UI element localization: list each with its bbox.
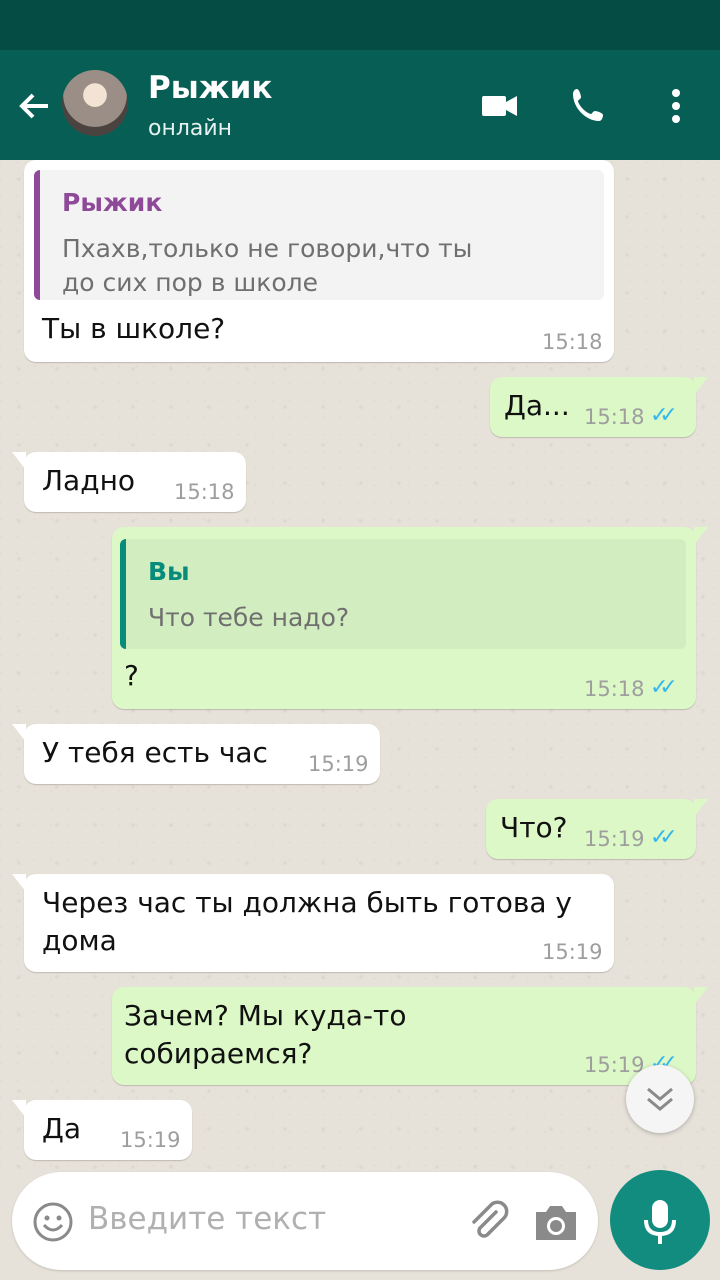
message-time: 15:18 — [584, 677, 645, 701]
message-time: 15:19 — [120, 1128, 181, 1152]
camera-icon[interactable] — [532, 1198, 580, 1250]
message-text: Да — [42, 1112, 82, 1145]
mic-icon — [644, 1200, 676, 1244]
message-bubble[interactable]: У тебя есть час 15:19 — [12, 724, 380, 784]
quote-text: Что тебе надо? — [148, 603, 350, 632]
read-ticks-icon: ✓✓ — [650, 675, 678, 700]
quote-author: Рыжик — [62, 188, 163, 217]
bubble-tail — [12, 452, 26, 470]
bubble-tail — [694, 377, 708, 395]
bubble-tail — [694, 527, 708, 545]
scroll-to-bottom-button[interactable] — [626, 1065, 694, 1133]
bubble-tail — [12, 1100, 26, 1118]
message-text: Что? — [500, 811, 568, 844]
quoted-message[interactable]: Вы Что тебе надо? — [120, 539, 686, 649]
mic-button[interactable] — [610, 1170, 710, 1270]
message-bubble[interactable]: Ладно 15:18 — [12, 452, 246, 512]
message-bubble[interactable]: Вы Что тебе надо? ? 15:18 ✓✓ — [112, 527, 708, 709]
bubble-tail — [12, 724, 26, 742]
message-text: собираемся? — [124, 1037, 313, 1070]
phone-icon[interactable] — [568, 86, 608, 130]
message-text: Да... — [504, 389, 570, 422]
quoted-message[interactable]: Рыжик Пхахв,только не говори,что ты до с… — [34, 170, 604, 300]
read-ticks-icon: ✓✓ — [650, 403, 678, 428]
status-bar — [0, 0, 720, 50]
message-time: 15:19 — [308, 752, 369, 776]
message-bubble[interactable]: Да 15:19 — [12, 1100, 192, 1160]
message-text: Зачем? Мы куда-то — [124, 999, 407, 1032]
contact-name[interactable]: Рыжик — [148, 70, 272, 106]
message-time: 15:18 — [174, 480, 235, 504]
emoji-icon[interactable] — [32, 1201, 74, 1247]
message-text: Ладно — [42, 464, 136, 497]
read-ticks-icon: ✓✓ — [650, 825, 678, 850]
contact-status: онлайн — [148, 116, 233, 141]
message-text: Через час ты должна быть готова у — [42, 886, 573, 919]
message-input-bar[interactable]: Введите текст — [12, 1172, 598, 1270]
quote-author: Вы — [148, 557, 190, 586]
chat-header: Рыжик онлайн — [0, 50, 720, 160]
message-bubble[interactable]: Что? 15:19 ✓✓ — [486, 799, 708, 859]
back-arrow-icon[interactable] — [14, 86, 54, 126]
message-bubble[interactable]: Через час ты должна быть готова у дома 1… — [12, 874, 614, 972]
quote-text: до сих пор в школе — [62, 268, 319, 297]
double-chevron-down-icon — [647, 1087, 673, 1111]
message-input[interactable]: Введите текст — [88, 1201, 326, 1237]
message-time: 15:19 — [542, 940, 603, 964]
more-vert-icon[interactable] — [656, 86, 696, 130]
message-text: ? — [124, 659, 139, 692]
video-call-icon[interactable] — [480, 86, 520, 130]
message-text: дома — [42, 924, 117, 957]
message-bubble[interactable]: Рыжик Пхахв,только не говори,что ты до с… — [24, 160, 614, 362]
message-bubble[interactable]: Да... 15:18 ✓✓ — [490, 377, 708, 437]
chat-area[interactable]: Рыжик Пхахв,только не говори,что ты до с… — [0, 160, 720, 1170]
bubble-tail — [12, 874, 26, 892]
message-time: 15:18 — [584, 405, 645, 429]
message-time: 15:18 — [542, 330, 603, 354]
avatar[interactable] — [62, 70, 128, 136]
message-time: 15:19 — [584, 827, 645, 851]
message-bubble[interactable]: Зачем? Мы куда-то собираемся? 15:19 ✓✓ — [112, 987, 708, 1085]
attach-icon[interactable] — [464, 1198, 512, 1250]
bubble-tail — [694, 987, 708, 1005]
bubble-tail — [694, 799, 708, 817]
message-text: У тебя есть час — [42, 736, 268, 769]
message-text: Ты в школе? — [42, 312, 226, 345]
quote-text: Пхахв,только не говори,что ты — [62, 234, 473, 263]
